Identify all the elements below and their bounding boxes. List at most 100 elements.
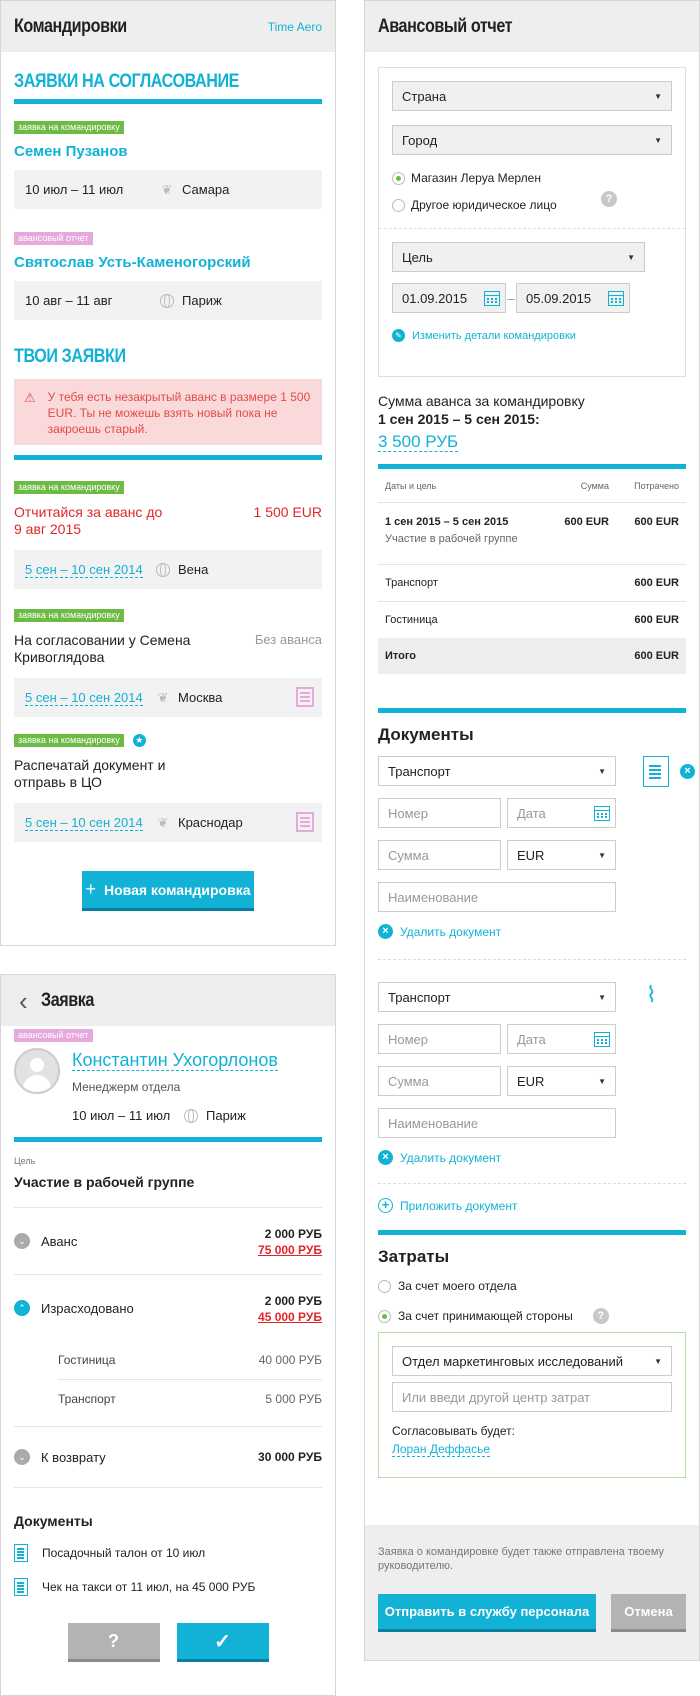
approver-label: Согласовывать будет: (392, 1424, 515, 1438)
spent-row[interactable]: ⌃ Израсходовано 2 000 РУБ 45 000 РУБ (14, 1275, 322, 1341)
brand-link[interactable]: Time Aero (268, 20, 322, 34)
doc-sum-field[interactable]: Сумма (378, 840, 501, 870)
radio-button[interactable] (392, 198, 405, 212)
radio-host[interactable]: За счет принимающей стороны ? (378, 1308, 686, 1324)
chevron-down-icon: ▼ (598, 850, 606, 860)
globe-icon (160, 293, 174, 308)
approval-name[interactable]: Семен Пузанов (14, 143, 322, 160)
doc-number-field[interactable]: Номер (378, 798, 501, 828)
globe-icon (156, 562, 170, 577)
currency-select[interactable]: EUR ▼ (507, 840, 616, 870)
doc-date-field[interactable]: Дата (507, 798, 616, 828)
document-icon[interactable] (296, 687, 314, 707)
radio-button[interactable] (378, 1279, 391, 1293)
calendar-icon[interactable] (594, 805, 610, 821)
doc-name-field[interactable]: Наименование (378, 1108, 616, 1138)
trip-dates-link[interactable]: 5 сен – 10 сен 2014 (25, 815, 156, 831)
advance-sum-label: Сумма аванса за командировку (378, 393, 585, 409)
column-header: Потрачено (634, 480, 679, 491)
cost-center-field[interactable]: Или введи другой центр затрат (392, 1382, 672, 1412)
request-panel: ‹ Заявка авансовый отчет Константин Ухог… (0, 974, 336, 1696)
send-button[interactable]: Отправить в службу персонала (378, 1594, 596, 1632)
paperclip-icon[interactable]: ⌇ (646, 982, 657, 1008)
docs-title: Документы (14, 1513, 93, 1529)
trip-dates-box[interactable]: 5 сен – 10 сен 2014 ❦ Краснодар (14, 803, 322, 842)
calendar-icon[interactable] (594, 1031, 610, 1047)
trip-dates-box[interactable]: 10 июл – 11 июл ❦ Самара (14, 170, 322, 209)
advance-value-alt: 75 000 РУБ (258, 1243, 322, 1257)
doc-date-field[interactable]: Дата (507, 1024, 616, 1054)
delete-doc-link[interactable]: × Удалить документ (378, 1150, 686, 1165)
close-icon[interactable]: × (680, 764, 695, 779)
delete-doc-link[interactable]: × Удалить документ (378, 924, 686, 939)
doc-item[interactable]: Чек на такси от 11 июл, на 45 000 РУБ (14, 1578, 322, 1596)
attach-doc-link[interactable]: + Приложить документ (378, 1198, 686, 1213)
radio-button[interactable] (378, 1309, 391, 1323)
advance-sum-value: 3 500 РУБ (378, 432, 459, 452)
radio-company[interactable]: Магазин Леруа Мерлен (392, 171, 672, 185)
my-requests-title: ТВОИ ЗАЯВКИ (14, 346, 126, 367)
back-icon[interactable]: ‹ (19, 988, 28, 1014)
doc-sum-field[interactable]: Сумма (378, 1066, 501, 1096)
spent-value-alt: 45 000 РУБ (258, 1310, 322, 1324)
document-icon (14, 1544, 28, 1562)
status-badge: заявка на командировку (14, 609, 124, 622)
help-button[interactable]: ? (67, 1623, 160, 1662)
trip-dates-box[interactable]: 5 сен – 10 сен 2014 ❦ Москва (14, 678, 322, 717)
approver-link[interactable]: Лоран Деффасье (392, 1442, 672, 1457)
country-select[interactable]: Страна ▼ (392, 81, 672, 111)
chevron-down-icon: ▼ (654, 91, 662, 101)
radio-other[interactable]: Другое юридическое лицо (392, 198, 672, 212)
request-status: Распечатай документ и отправь в ЦО (14, 757, 166, 790)
trip-dates-link[interactable]: 5 сен – 10 сен 2014 (25, 690, 156, 706)
table-total-row: Итого 600 EUR (378, 638, 686, 674)
chevron-down-icon[interactable]: ⌄ (14, 1233, 30, 1249)
request-amount: Без аванса (254, 632, 322, 647)
report-header: Авансовый отчет (365, 1, 699, 52)
new-trip-button[interactable]: + Новая командировка (82, 871, 254, 911)
doc-type-select[interactable]: Транспорт ▼ (378, 756, 616, 786)
trip-dates-box[interactable]: 10 авг – 11 авг Париж (14, 281, 322, 320)
employee-name[interactable]: Константин Ухогорлонов (72, 1050, 278, 1071)
doc-preview-icon[interactable] (643, 756, 669, 787)
cancel-button[interactable]: Отмена (611, 1594, 686, 1632)
confirm-button[interactable]: ✓ (176, 1623, 269, 1662)
help-icon[interactable]: ? (601, 191, 617, 207)
goal-select[interactable]: Цель ▼ (392, 242, 645, 272)
status-badge: авансовый отчет (14, 232, 93, 245)
approval-title: ЗАЯВКИ НА СОГЛАСОВАНИЕ (14, 71, 240, 92)
dept-select[interactable]: Отдел маркетинговых исследований ▼ (392, 1346, 672, 1376)
city-select[interactable]: Город ▼ (392, 125, 672, 155)
radio-own-dept[interactable]: За счет моего отдела (378, 1279, 686, 1293)
trip-dates-link[interactable]: 5 сен – 10 сен 2014 (25, 562, 156, 578)
chevron-up-icon[interactable]: ⌃ (14, 1300, 30, 1316)
trips-header: Командировки Time Aero (1, 1, 335, 52)
doc-name-field[interactable]: Наименование (378, 882, 616, 912)
document-icon[interactable] (296, 812, 314, 832)
calendar-icon[interactable] (608, 290, 624, 306)
avatar (14, 1048, 60, 1094)
radio-button[interactable] (392, 171, 405, 185)
advance-row[interactable]: ⌄ Аванс 2 000 РУБ 75 000 РУБ (14, 1208, 322, 1274)
doc-item[interactable]: Посадочный талон от 10 июл (14, 1544, 322, 1562)
doc-number-field[interactable]: Номер (378, 1024, 501, 1054)
help-icon[interactable]: ? (592, 1308, 609, 1324)
table-row: Транспорт 600 EUR (385, 577, 679, 589)
approval-name[interactable]: Святослав Усть-Каменогорский (14, 254, 322, 271)
goal-value: Участие в рабочей группе (14, 1174, 195, 1190)
divider (378, 1230, 686, 1235)
currency-select[interactable]: EUR ▼ (507, 1066, 616, 1096)
status-badge: заявка на командировку (14, 734, 124, 747)
trip-dates: 10 авг – 11 авг (25, 293, 113, 308)
edit-trip-link[interactable]: ✎ Изменить детали командировки (392, 329, 672, 342)
date-to-field[interactable]: 05.09.2015 (516, 283, 630, 313)
trip-dates-box[interactable]: 5 сен – 10 сен 2014 Вена (14, 550, 322, 589)
calendar-icon[interactable] (484, 290, 500, 306)
doc-type-select[interactable]: Транспорт ▼ (378, 982, 616, 1012)
column-header: Даты и цель (385, 480, 437, 491)
star-icon: ★ (132, 734, 146, 747)
chevron-down-icon[interactable]: ⌄ (14, 1449, 30, 1465)
date-from-field[interactable]: 01.09.2015 (392, 283, 506, 313)
table-row: Гостиница 600 EUR (385, 614, 679, 626)
refund-row[interactable]: ⌄ К возврату 30 000 РУБ (14, 1427, 322, 1487)
